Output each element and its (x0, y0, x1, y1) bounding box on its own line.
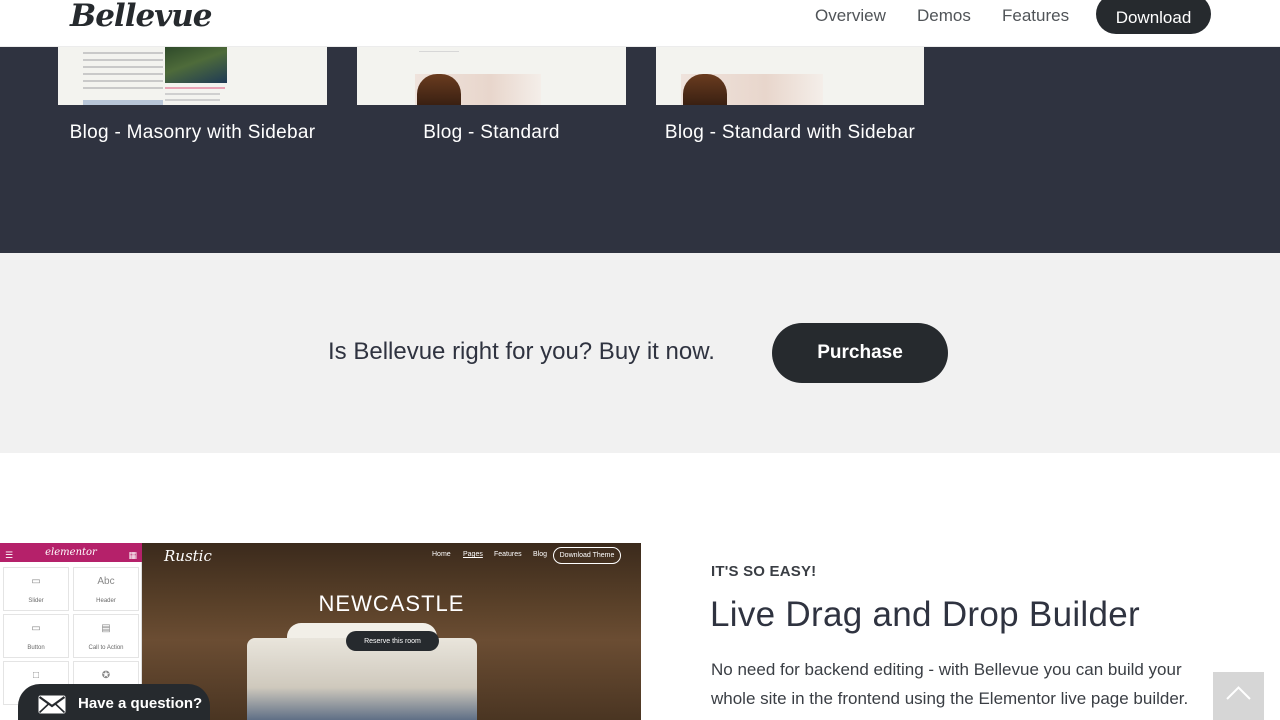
thumbnail-portrait (683, 74, 727, 105)
preview-hero-title: NEWCASTLE (318, 591, 465, 616)
demo-thumbnail-standard-sidebar[interactable] (656, 47, 924, 105)
rustic-logo: Rustic (164, 547, 212, 565)
site-logo[interactable]: Bellevue (70, 0, 212, 34)
nav-demos[interactable]: Demos (917, 6, 971, 26)
hamburger-icon: ☰ (5, 551, 14, 561)
cta-text: Is Bellevue right for you? Buy it now. (328, 338, 715, 365)
thumbnail-link-line (165, 87, 225, 89)
chevron-up-icon (1226, 686, 1251, 700)
preview-nav-features: Features (494, 551, 522, 558)
blog-demos-section: Blog - Masonry with Sidebar Blog - Stand… (0, 47, 1280, 253)
builder-eyebrow: IT'S SO EASY! (711, 563, 817, 580)
widget-label: Slider (28, 598, 44, 604)
rustic-site-preview: Rustic Home Pages Features Blog Download… (142, 543, 641, 720)
comment-icon: □ (32, 670, 40, 681)
thumbnail-portrait (417, 74, 461, 105)
call-to-action-icon: ▤ (101, 623, 111, 634)
scroll-to-top-button[interactable] (1213, 672, 1264, 720)
preview-download-theme-button: Download Theme (553, 547, 621, 564)
chat-widget[interactable]: Have a question? (18, 684, 210, 720)
demo-thumbnail-standard[interactable] (357, 47, 626, 105)
demo-label-standard-sidebar[interactable]: Blog - Standard with Sidebar (656, 122, 924, 144)
widget-call-to-action: ▤ Call to Action (73, 614, 139, 658)
builder-title: Live Drag and Drop Builder (710, 595, 1140, 634)
thumbnail-bar (83, 100, 163, 105)
purchase-button[interactable]: Purchase (772, 323, 948, 383)
preview-nav-home: Home (432, 551, 451, 558)
widget-label: Call to Action (88, 645, 124, 651)
slider-icon: ▭ (31, 576, 41, 587)
chat-label: Have a question? (78, 695, 203, 712)
widget-label: Button (27, 645, 45, 651)
builder-description: No need for backend editing - with Belle… (711, 660, 1189, 708)
thumbnail-photo (165, 47, 227, 83)
preview-nav-blog: Blog (533, 551, 548, 558)
nav-overview[interactable]: Overview (815, 6, 886, 26)
elementor-brand: elementor (45, 547, 97, 558)
download-button[interactable]: Download (1096, 0, 1211, 34)
page: Bellevue Overview Demos Features Downloa… (0, 0, 1280, 720)
demo-label-standard[interactable]: Blog - Standard (357, 122, 626, 144)
button-icon: ▭ (31, 623, 41, 634)
star-icon: ✪ (101, 670, 111, 681)
elementor-topbar: ☰ elementor ▦ (0, 543, 142, 562)
site-header: Bellevue Overview Demos Features Downloa… (0, 0, 1280, 47)
grid-icon: ▦ (128, 551, 137, 561)
widget-header: Abc Header (73, 567, 139, 611)
purchase-cta-section: Is Bellevue right for you? Buy it now. P… (0, 253, 1280, 453)
demo-label-masonry-sidebar[interactable]: Blog - Masonry with Sidebar (58, 122, 327, 144)
heading-icon: Abc (97, 576, 115, 587)
preview-nav-pages: Pages (463, 551, 483, 558)
envelope-icon (38, 695, 66, 714)
widget-label: Header (96, 598, 116, 604)
demo-thumbnail-masonry-sidebar[interactable] (58, 47, 327, 105)
nav-features[interactable]: Features (1002, 6, 1069, 26)
widget-button: ▭ Button (3, 614, 69, 658)
widget-slider: ▭ Slider (3, 567, 69, 611)
thumbnail-text-lines (83, 47, 163, 89)
preview-reserve-button: Reserve this room (346, 631, 439, 651)
